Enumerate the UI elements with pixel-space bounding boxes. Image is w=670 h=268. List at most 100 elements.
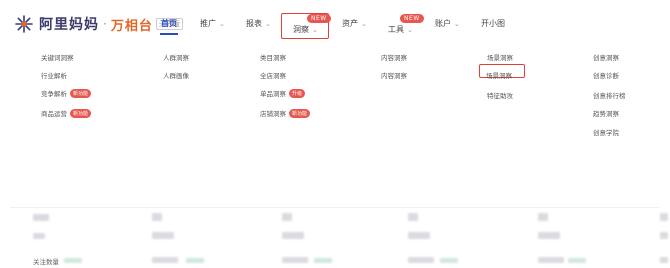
active-indicator — [160, 33, 178, 35]
redacted-cell — [568, 258, 586, 263]
redacted-cell — [186, 258, 204, 263]
redacted-cell — [408, 232, 430, 239]
menu-item-creative-diagnosis[interactable]: 创意诊断 — [593, 70, 619, 80]
nav-assets[interactable]: 资产 ⌄ — [342, 18, 367, 29]
menu-item-trend-insight[interactable]: 趋势洞察 — [593, 108, 619, 118]
redacted-cell — [282, 257, 308, 263]
menu-item-label: 商品运营 — [41, 110, 67, 118]
menu-item-crowd-portrait[interactable]: 人群画像 — [163, 70, 189, 80]
menu-item-label: 单品洞察 — [260, 90, 286, 98]
nav-tools-label: 工具 — [388, 25, 404, 34]
tools-new-badge: NEW — [400, 14, 424, 23]
menu-item-content-insight[interactable]: 内容洞察 — [381, 52, 407, 62]
menu-item-label: 创意学院 — [593, 129, 619, 137]
menu-item-label: 创意诊断 — [593, 72, 619, 80]
menu-item-creative-academy[interactable]: 创意学院 — [593, 127, 619, 137]
alimama-logo-icon — [14, 14, 34, 34]
upgrade-badge: 升级 — [289, 88, 306, 98]
nav-home-label: 首页 — [161, 19, 177, 28]
menu-item-label: 场景洞察 — [486, 72, 512, 80]
menu-item-label: 人群画像 — [163, 72, 189, 80]
row-label: 关注数量 — [33, 258, 59, 266]
menu-item-label: 人群洞察 — [163, 54, 189, 62]
nav-reports-label: 报表 — [246, 19, 262, 28]
nav-tools[interactable]: 工具 ⌄ — [388, 24, 413, 35]
redacted-cell — [538, 213, 548, 221]
menu-item-store-insight[interactable]: 全店洞察 — [260, 70, 286, 80]
nav-reports[interactable]: 报表 ⌄ — [246, 18, 271, 29]
redacted-cell — [282, 232, 304, 239]
menu-item-label: 趋势洞察 — [593, 110, 619, 118]
new-feature-badge: 新功能 — [289, 108, 311, 118]
menu-item-crowd-insight[interactable]: 人群洞察 — [163, 52, 189, 62]
redacted-cell — [152, 232, 174, 239]
chevron-down-icon: ⌄ — [407, 25, 413, 34]
section-divider — [10, 207, 660, 208]
nav-account-label: 账户 — [435, 19, 451, 28]
menu-item-feature-assist[interactable]: 特征助攻 — [487, 90, 513, 100]
nav-insight-label: 洞察 — [293, 25, 309, 34]
redacted-cell — [152, 257, 178, 263]
menu-item-industry-analysis[interactable]: 行业解析 — [41, 70, 67, 80]
chevron-down-icon: ⌄ — [219, 19, 225, 28]
redacted-cell — [660, 213, 668, 221]
insight-new-badge: NEW — [307, 14, 331, 23]
menu-item-keyword-insight[interactable]: 关键词洞察 — [41, 52, 74, 62]
new-feature-badge: 新功能 — [70, 88, 92, 98]
menu-item-label: 行业解析 — [41, 72, 67, 80]
redacted-cell — [282, 213, 292, 221]
menu-item-label: 内容洞察 — [381, 72, 407, 80]
new-feature-badge: 新功能 — [70, 108, 92, 118]
menu-item-single-product-insight[interactable]: 单品洞察 升级 — [260, 88, 306, 98]
menu-item-label: 类目洞察 — [260, 54, 286, 62]
insight-dropdown-menu: 关键词洞察 行业解析 竞争解析 新功能 商品运营 新功能 人群洞察 人群画像 类目洞… — [0, 44, 670, 194]
menu-item-label: 关键词洞察 — [41, 54, 74, 62]
redacted-cell — [152, 213, 162, 221]
menu-item-product-operation[interactable]: 商品运营 新功能 — [41, 108, 92, 118]
menu-item-label: 竞争解析 — [41, 90, 67, 98]
nav-promotion-label: 推广 — [200, 19, 216, 28]
redacted-cell — [440, 258, 458, 263]
nav-promotion[interactable]: 推广 ⌄ — [200, 18, 225, 29]
chevron-down-icon: ⌄ — [454, 19, 460, 28]
menu-item-label: 场景洞察 — [487, 54, 513, 62]
menu-item-label: 特征助攻 — [487, 92, 513, 100]
menu-item-competition-analysis[interactable]: 竞争解析 新功能 — [41, 88, 92, 98]
product-name: 万相台 — [110, 18, 153, 34]
redacted-cell — [408, 213, 418, 221]
nav-insight[interactable]: 洞察 ⌄ — [293, 24, 318, 35]
menu-item-creative-ranking[interactable]: 创意排行榜 — [593, 90, 626, 100]
redacted-cell — [538, 232, 560, 239]
menu-item-scene-insight-highlighted[interactable]: 场景洞察 — [486, 70, 512, 80]
menu-item-label: 店铺洞察 — [260, 110, 286, 118]
redacted-cell — [538, 257, 564, 263]
chevron-down-icon: ⌄ — [265, 19, 271, 28]
chevron-down-icon: ⌄ — [312, 25, 318, 34]
nav-account[interactable]: 账户 ⌄ — [435, 18, 460, 29]
redacted-cell — [660, 257, 668, 263]
redacted-cell — [33, 214, 49, 221]
menu-item-scene-insight[interactable]: 场景洞察 — [487, 52, 513, 62]
menu-item-label: 全店洞察 — [260, 72, 286, 80]
brand-logo[interactable]: 阿里妈妈 · 万相台 无界版 — [14, 14, 183, 34]
top-navigation-bar: 阿里妈妈 · 万相台 无界版 首页 推广 ⌄ 报表 ⌄ NEW 洞察 ⌄ 资产 … — [0, 0, 670, 44]
chevron-down-icon: ⌄ — [361, 19, 367, 28]
nav-open-mini[interactable]: 开小图 — [481, 18, 505, 29]
nav-open-mini-label: 开小图 — [481, 19, 505, 28]
brand-name: 阿里妈妈 — [39, 17, 99, 33]
redacted-cell — [64, 258, 82, 263]
menu-item-category-insight[interactable]: 类目洞察 — [260, 52, 286, 62]
redacted-cell — [33, 233, 45, 239]
nav-home[interactable]: 首页 — [161, 18, 177, 29]
menu-item-shop-insight[interactable]: 店铺洞察 新功能 — [260, 108, 311, 118]
menu-item-label: 创意洞察 — [593, 54, 619, 62]
menu-item-content-insight-2[interactable]: 内容洞察 — [381, 70, 407, 80]
redacted-cell — [408, 257, 434, 263]
redacted-cell — [314, 258, 332, 263]
menu-item-creative-insight[interactable]: 创意洞察 — [593, 52, 619, 62]
menu-item-label: 创意排行榜 — [593, 92, 626, 100]
menu-item-label: 内容洞察 — [381, 54, 407, 62]
brand-separator: · — [103, 17, 107, 31]
nav-assets-label: 资产 — [342, 19, 358, 28]
redacted-cell — [660, 232, 668, 239]
